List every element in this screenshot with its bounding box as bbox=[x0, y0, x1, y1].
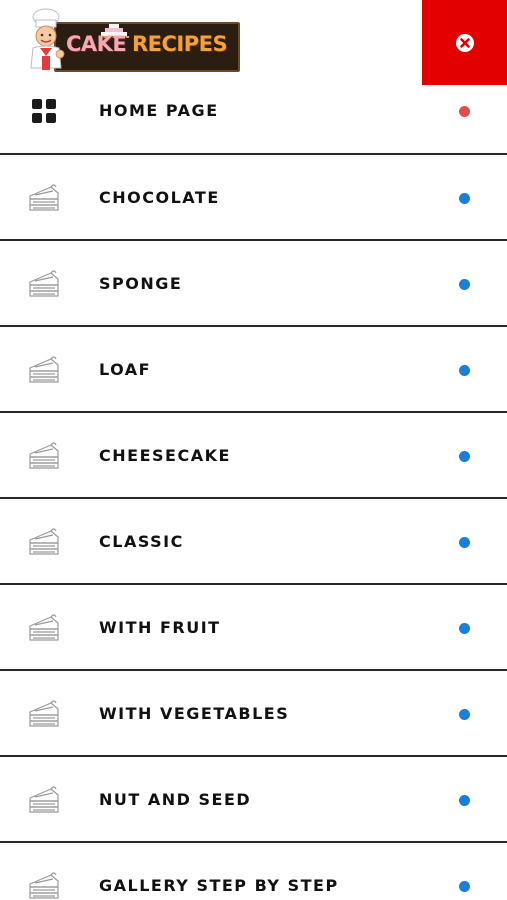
cake-slice-icon bbox=[27, 439, 61, 473]
menu-item[interactable]: HOME PAGE bbox=[0, 68, 507, 155]
cake-slice-icon bbox=[27, 353, 61, 387]
active-indicator-dot bbox=[459, 106, 470, 117]
menu-item-label: HOME PAGE bbox=[99, 101, 219, 120]
menu-item-label: CHEESECAKE bbox=[99, 446, 231, 465]
menu-item[interactable]: LOAF bbox=[0, 327, 507, 413]
menu-item[interactable]: WITH VEGETABLES bbox=[0, 671, 507, 757]
side-menu: HOME PAGE CHOCOLATE SPONGE LOAF CHEESECAKE CL… bbox=[0, 68, 507, 900]
menu-item-label: WITH FRUIT bbox=[99, 618, 221, 637]
grid-icon bbox=[27, 94, 61, 128]
menu-item[interactable]: WITH FRUIT bbox=[0, 585, 507, 671]
cake-slice-icon bbox=[27, 267, 61, 301]
indicator-dot bbox=[459, 709, 470, 720]
cake-slice-icon bbox=[27, 181, 61, 215]
indicator-dot bbox=[459, 795, 470, 806]
cake-slice-icon bbox=[27, 525, 61, 559]
indicator-dot bbox=[459, 193, 470, 204]
indicator-dot bbox=[459, 365, 470, 376]
close-circle-icon bbox=[455, 33, 474, 52]
chef-mascot-icon bbox=[30, 8, 65, 70]
indicator-dot bbox=[459, 451, 470, 462]
menu-item-label: WITH VEGETABLES bbox=[99, 704, 290, 723]
menu-item-label: GALLERY STEP BY STEP bbox=[99, 876, 339, 895]
cake-slice-icon bbox=[27, 611, 61, 645]
menu-item[interactable]: NUT AND SEED bbox=[0, 757, 507, 843]
indicator-dot bbox=[459, 279, 470, 290]
menu-item[interactable]: CLASSIC bbox=[0, 499, 507, 585]
indicator-dot bbox=[459, 537, 470, 548]
menu-item[interactable]: CHEESECAKE bbox=[0, 413, 507, 499]
indicator-dot bbox=[459, 623, 470, 634]
cake-slice-icon bbox=[27, 783, 61, 817]
menu-item-label: CHOCOLATE bbox=[99, 188, 220, 207]
menu-item-label: CLASSIC bbox=[99, 532, 184, 551]
menu-item-label: LOAF bbox=[99, 360, 152, 379]
indicator-dot bbox=[459, 881, 470, 892]
menu-item-label: NUT AND SEED bbox=[99, 790, 252, 809]
menu-item-label: SPONGE bbox=[99, 274, 183, 293]
menu-item[interactable]: GALLERY STEP BY STEP bbox=[0, 843, 507, 900]
menu-item[interactable]: SPONGE bbox=[0, 241, 507, 327]
cake-slice-icon bbox=[27, 697, 61, 731]
logo[interactable]: CAKE RECIPES bbox=[26, 8, 242, 76]
menu-item[interactable]: CHOCOLATE bbox=[0, 155, 507, 241]
logo-word-recipes: RECIPES bbox=[132, 32, 228, 56]
cake-slice-icon bbox=[27, 869, 61, 900]
